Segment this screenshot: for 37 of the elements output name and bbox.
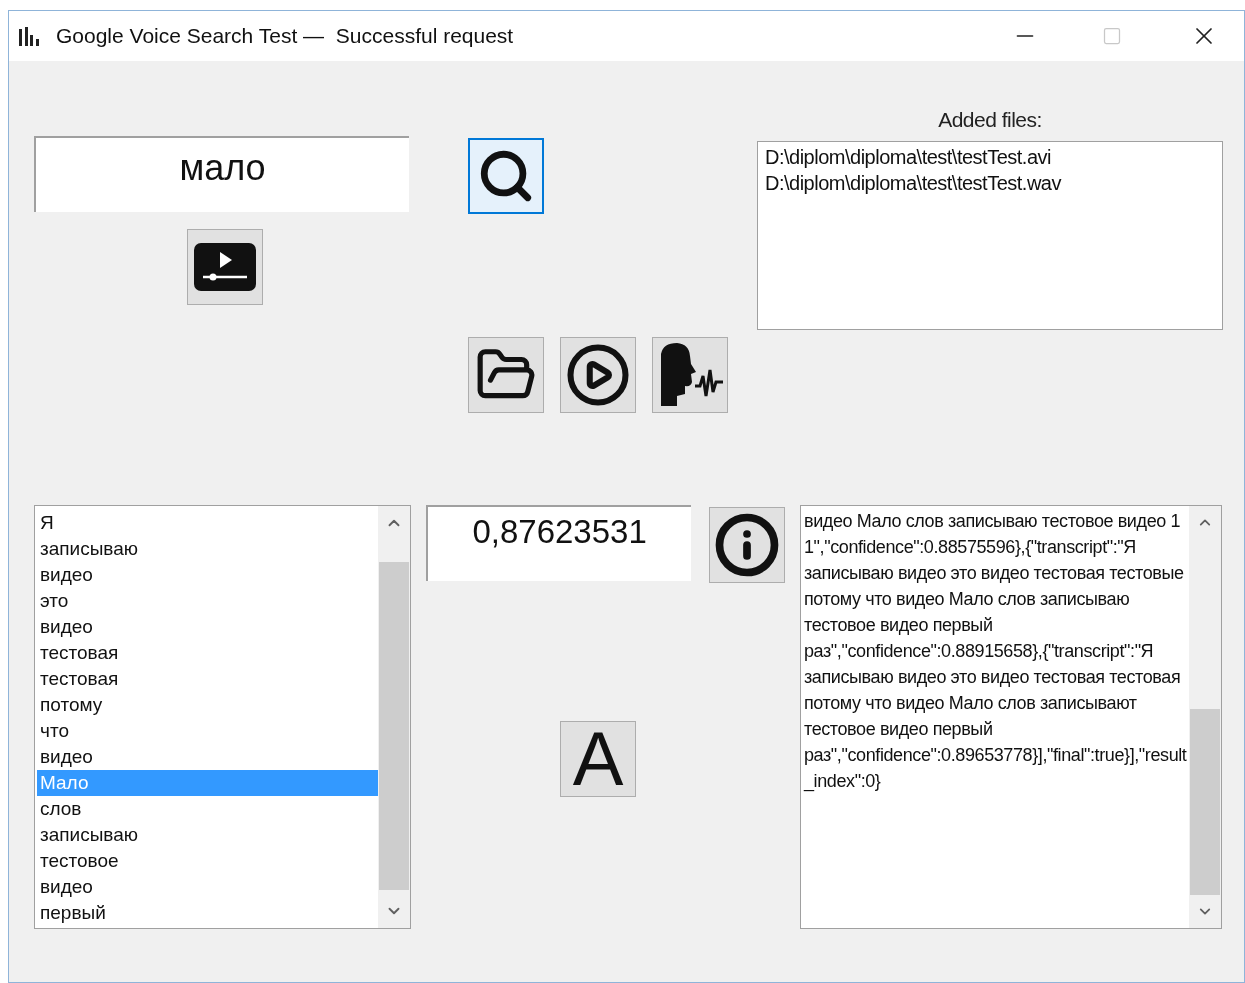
word-item[interactable]: видео — [37, 614, 378, 640]
search-button[interactable] — [468, 138, 544, 214]
file-item[interactable]: D:\diplom\diploma\test\testTest.wav — [765, 169, 1215, 196]
scrollbar-thumb[interactable] — [1190, 709, 1220, 895]
word-item[interactable]: первый — [37, 900, 378, 926]
info-icon — [714, 512, 781, 578]
scrollbar-thumb[interactable] — [379, 562, 409, 890]
open-folder-button[interactable] — [468, 337, 544, 413]
play-button[interactable] — [560, 337, 636, 413]
words-list[interactable]: Я записываю видео это видео тестовая тестовая потому что видео Мало слов записываю тестовое видео первый — [34, 505, 411, 929]
word-item[interactable]: потому — [37, 692, 378, 718]
word-field[interactable]: мало — [34, 136, 409, 212]
word-item[interactable]: видео — [37, 874, 378, 900]
confidence-field[interactable]: 0,87623531 — [426, 505, 692, 581]
font-button[interactable]: A — [560, 721, 636, 797]
window-title: Google Voice Search Test — Successful request — [56, 23, 514, 50]
word-item[interactable]: видео — [37, 744, 378, 770]
voice-button[interactable] — [652, 337, 728, 413]
word-item[interactable]: тестовая — [37, 640, 378, 666]
word-item[interactable]: видео — [37, 562, 378, 588]
word-item[interactable]: записываю — [37, 536, 378, 562]
info-button[interactable] — [709, 507, 785, 583]
word-item[interactable]: это — [37, 588, 378, 614]
word-item[interactable]: записываю — [37, 822, 378, 848]
file-item[interactable]: D:\diplom\diploma\test\testTest.avi — [765, 143, 1215, 170]
word-item[interactable]: тестовая — [37, 666, 378, 692]
response-text-area[interactable] — [800, 505, 1222, 929]
video-player-icon — [193, 242, 257, 292]
response-text: видео Мало слов записываю тестовое видео 1 1","confidence":0.88575596},{"transcript":"Я записываю видео это видео тестовая тестовые потому что видео Мало слов записываю тестовое видео первый раз","confidence":0.88915658},{"transcript":"Я записываю видео это видео тестовая тестовая потому что видео Мало слов записывают тестовое видео первый раз","confidence":0.89653778}],"final":true}],"result_index":0} — [804, 510, 1187, 794]
word-item[interactable]: тестовое — [37, 848, 378, 874]
word-item[interactable]: слов — [37, 796, 378, 822]
word-item[interactable]: Я — [37, 510, 378, 536]
files-label: Added files: — [938, 107, 1042, 133]
video-button[interactable] — [187, 229, 263, 305]
files-list[interactable]: D:\diplom\diploma\test\testTest.avi D:\diplom\diploma\test\testTest.wav — [757, 140, 1223, 330]
play-icon — [565, 342, 631, 408]
word-item[interactable]: что — [37, 718, 378, 744]
